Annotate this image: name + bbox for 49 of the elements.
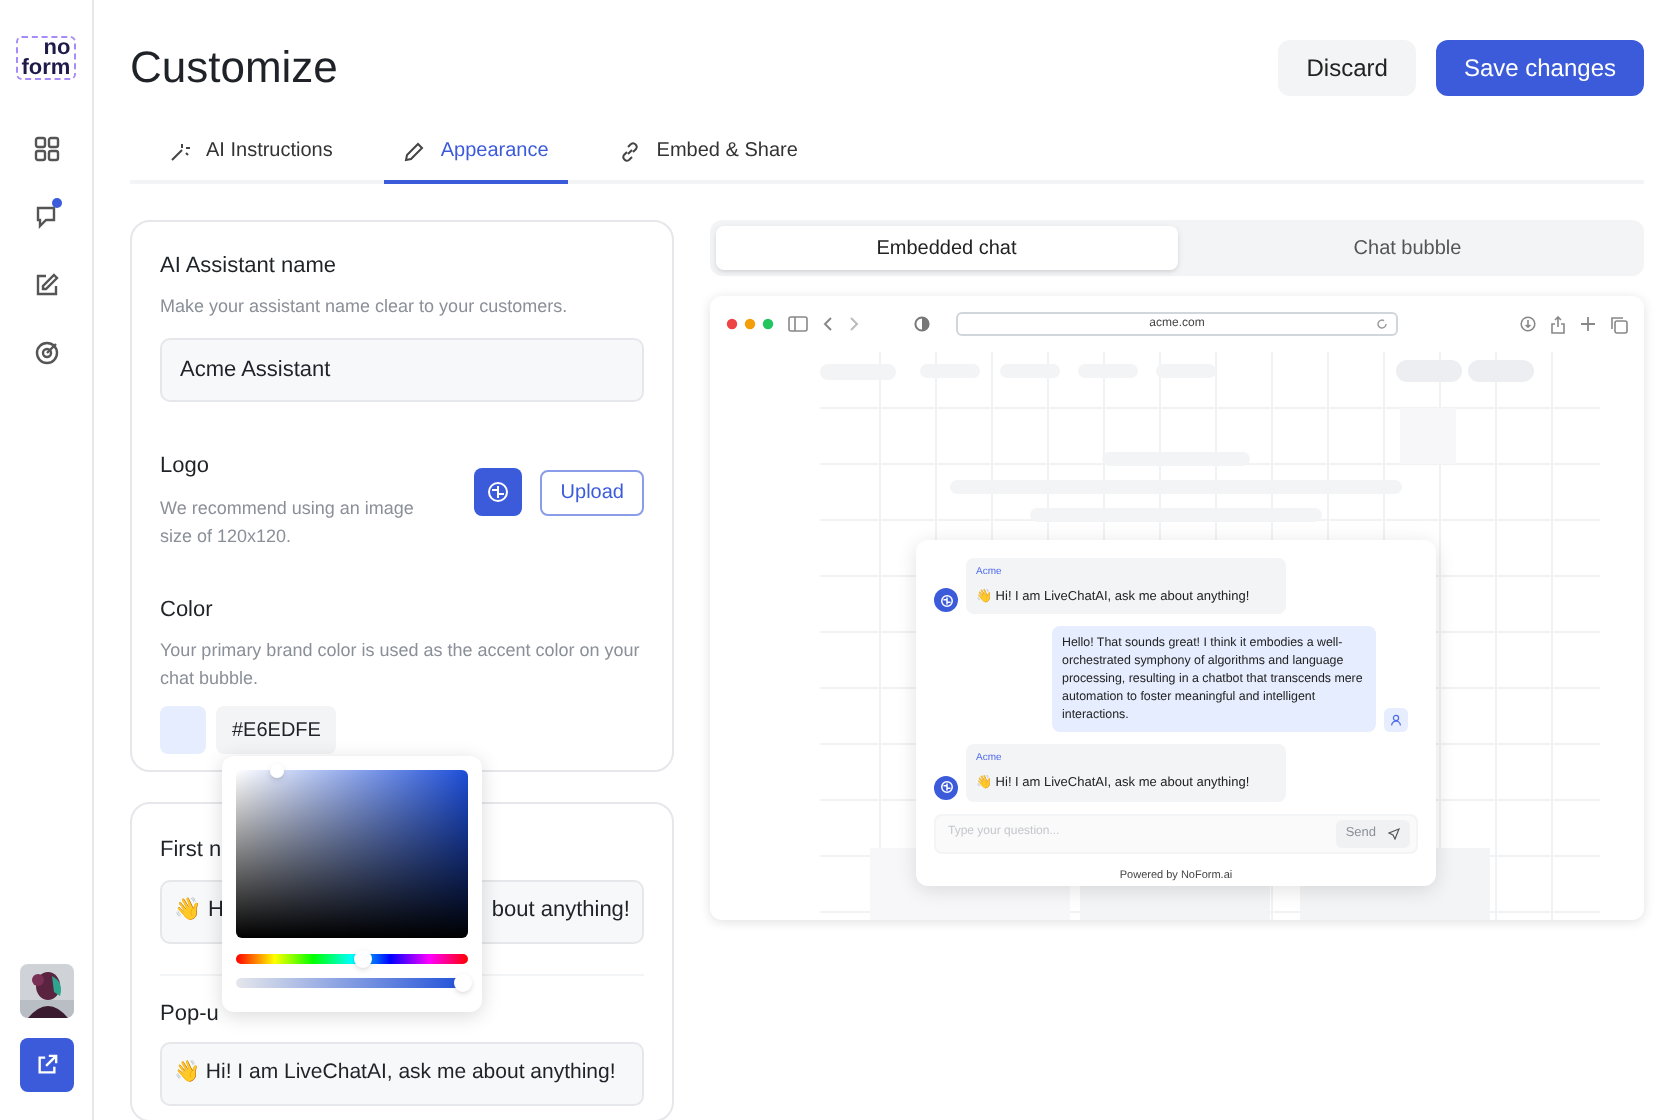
shield-icon <box>914 316 930 332</box>
alpha-slider[interactable] <box>236 978 468 988</box>
slider-thumb[interactable] <box>453 974 472 992</box>
hue-slider[interactable] <box>236 954 468 964</box>
back-icon[interactable] <box>822 316 834 332</box>
plus-icon[interactable] <box>1580 316 1596 332</box>
name-input[interactable]: Acme Assistant <box>160 338 644 402</box>
sidebar-icon[interactable] <box>788 316 808 332</box>
tabs-icon[interactable] <box>1610 315 1628 333</box>
field-label: Logo <box>160 452 211 482</box>
slider-thumb[interactable] <box>353 950 372 968</box>
field-description: We recommend using an image size of 120x120. <box>160 495 416 549</box>
target-icon <box>33 339 59 365</box>
window-controls-icon <box>726 318 774 330</box>
forward-icon[interactable] <box>848 316 860 332</box>
field-label: First n <box>160 836 222 866</box>
external-link-icon <box>35 1054 57 1076</box>
save-button[interactable]: Save changes <box>1435 39 1644 95</box>
field-label: Pop-u <box>160 999 221 1029</box>
tab[interactable]: Embed & Share <box>600 136 818 184</box>
logo: no form <box>15 36 77 80</box>
pencil-icon <box>404 141 425 161</box>
hex-input[interactable]: #E6EDFE <box>216 706 337 754</box>
sparkle-icon <box>170 141 190 161</box>
tab[interactable]: Appearance <box>384 136 569 184</box>
external-link-button[interactable] <box>19 1038 73 1092</box>
field-label: AI Assistant name <box>160 252 339 282</box>
upload-button[interactable]: Upload <box>540 469 644 515</box>
popup-message-input[interactable]: 👋 Hi! I am LiveChatAI, ask me about anything! <box>160 1042 644 1106</box>
discard-button[interactable]: Discard <box>1278 39 1416 95</box>
field-description: Make your assistant name clear to your customers. <box>160 293 570 320</box>
link-icon <box>620 141 641 161</box>
send-icon <box>1388 827 1400 839</box>
reload-icon[interactable] <box>1376 318 1388 330</box>
view-tab[interactable]: Embedded chat <box>716 226 1177 270</box>
tab[interactable]: AI Instructions <box>150 136 353 184</box>
edit-icon <box>33 271 59 297</box>
grid-icon <box>33 135 59 161</box>
download-icon[interactable] <box>1520 316 1536 332</box>
field-label: Color <box>160 595 215 625</box>
page-title: Customize <box>130 40 338 96</box>
share-icon[interactable] <box>1550 315 1566 333</box>
view-tab[interactable]: Chat bubble <box>1177 226 1638 270</box>
chat-icon <box>33 203 59 229</box>
picker-handle[interactable] <box>270 764 284 778</box>
saturation-area[interactable] <box>236 770 468 938</box>
color-swatch[interactable] <box>160 706 206 754</box>
field-description: Your primary brand color is used as the accent color on your chat bubble. <box>160 638 642 692</box>
user-icon <box>1390 714 1402 727</box>
